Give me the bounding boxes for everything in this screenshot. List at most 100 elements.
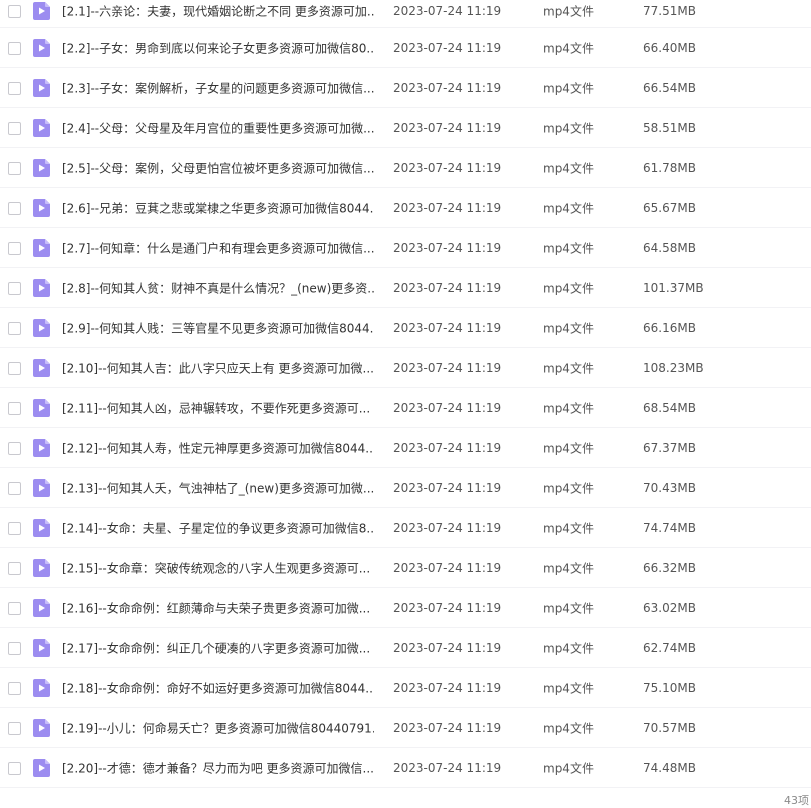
modified-date: 2023-07-24 11:19: [393, 720, 502, 735]
row-checkbox[interactable]: [8, 721, 21, 735]
row-checkbox[interactable]: [8, 321, 21, 335]
file-row[interactable]: [2.4]--父母：父母星及年月宫位的重要性更多资源可加微... 2023-07-…: [0, 108, 811, 148]
row-checkbox[interactable]: [8, 761, 21, 775]
file-name[interactable]: [2.19]--小儿：何命易夭亡？更多资源可加微信80440791...: [62, 719, 374, 736]
file-size: 58.51MB: [643, 120, 696, 135]
file-name[interactable]: [2.7]--何知章：什么是通门户和有理会更多资源可加微信...: [62, 239, 374, 256]
file-row[interactable]: [2.11]--何知其人凶，忌神辗转攻，不要作死更多资源可... 2023-07-…: [0, 388, 811, 428]
file-row[interactable]: [2.8]--何知其人贫：财神不真是什么情况？_(new)更多资... 2023-…: [0, 268, 811, 308]
row-checkbox[interactable]: [8, 241, 21, 255]
file-name[interactable]: [2.8]--何知其人贫：财神不真是什么情况？_(new)更多资...: [62, 279, 374, 296]
file-type: mp4文件: [543, 521, 594, 535]
file-name[interactable]: [2.4]--父母：父母星及年月宫位的重要性更多资源可加微...: [62, 119, 374, 136]
row-checkbox[interactable]: [8, 161, 21, 175]
file-row[interactable]: [2.7]--何知章：什么是通门户和有理会更多资源可加微信... 2023-07-…: [0, 228, 811, 268]
file-row[interactable]: [2.16]--女命命例：红颜薄命与夫荣子贵更多资源可加微... 2023-07-…: [0, 588, 811, 628]
row-checkbox[interactable]: [8, 641, 21, 655]
row-checkbox[interactable]: [8, 201, 21, 215]
modified-date: 2023-07-24 11:19: [393, 360, 502, 375]
file-row[interactable]: [2.14]--女命：夫星、子星定位的争议更多资源可加微信8... 2023-07…: [0, 508, 811, 548]
modified-date: 2023-07-24 11:19: [393, 520, 502, 535]
file-name[interactable]: [2.6]--兄弟：豆萁之悲或棠棣之华更多资源可加微信8044...: [62, 199, 374, 216]
row-checkbox[interactable]: [8, 401, 21, 415]
file-row[interactable]: [2.15]--女命章：突破传统观念的八字人生观更多资源可... 2023-07-…: [0, 548, 811, 588]
file-name[interactable]: [2.1]--六亲论：夫妻，现代婚姻论断之不同 更多资源可加...: [62, 2, 374, 19]
row-checkbox[interactable]: [8, 121, 21, 135]
file-row[interactable]: [2.6]--兄弟：豆萁之悲或棠棣之华更多资源可加微信8044... 2023-0…: [0, 188, 811, 228]
modified-date: 2023-07-24 11:19: [393, 200, 502, 215]
file-type: mp4文件: [543, 721, 594, 735]
file-type: mp4文件: [543, 481, 594, 495]
modified-date: 2023-07-24 11:19: [393, 480, 502, 495]
file-size: 64.58MB: [643, 240, 696, 255]
file-size: 74.74MB: [643, 520, 696, 535]
file-row[interactable]: [2.13]--何知其人夭，气浊神枯了_(new)更多资源可加微... 2023-…: [0, 468, 811, 508]
row-checkbox[interactable]: [8, 361, 21, 375]
file-name[interactable]: [2.10]--何知其人吉：此八字只应天上有 更多资源可加微...: [62, 359, 374, 376]
modified-date: 2023-07-24 11:19: [393, 240, 502, 255]
file-size: 66.32MB: [643, 560, 696, 575]
row-checkbox[interactable]: [8, 4, 21, 18]
file-size: 108.23MB: [643, 360, 704, 375]
row-checkbox[interactable]: [8, 41, 21, 55]
file-row[interactable]: [2.10]--何知其人吉：此八字只应天上有 更多资源可加微... 2023-07…: [0, 348, 811, 388]
file-size: 61.78MB: [643, 160, 696, 175]
modified-date: 2023-07-24 11:19: [393, 160, 502, 175]
file-size: 77.51MB: [643, 3, 696, 18]
file-type: mp4文件: [543, 201, 594, 215]
row-checkbox[interactable]: [8, 561, 21, 575]
file-name[interactable]: [2.3]--子女：案例解析，子女星的问题更多资源可加微信...: [62, 79, 374, 96]
video-file-icon: [33, 518, 50, 537]
video-file-icon: [33, 638, 50, 657]
file-name[interactable]: [2.5]--父母：案例，父母更怕宫位被坏更多资源可加微信...: [62, 159, 374, 176]
file-row[interactable]: [2.19]--小儿：何命易夭亡？更多资源可加微信80440791... 2023…: [0, 708, 811, 748]
file-name[interactable]: [2.2]--子女：男命到底以何来论子女更多资源可加微信80...: [62, 39, 374, 56]
video-file-icon: [33, 398, 50, 417]
file-row[interactable]: [2.2]--子女：男命到底以何来论子女更多资源可加微信80... 2023-07…: [0, 28, 811, 68]
video-file-icon: [33, 438, 50, 457]
file-name[interactable]: [2.18]--女命命例：命好不如运好更多资源可加微信8044...: [62, 679, 374, 696]
row-checkbox[interactable]: [8, 81, 21, 95]
file-name[interactable]: [2.12]--何知其人寿，性定元神厚更多资源可加微信8044...: [62, 439, 374, 456]
file-name[interactable]: [2.20]--才德：德才兼备？尽力而为吧 更多资源可加微信...: [62, 759, 374, 776]
file-type: mp4文件: [543, 401, 594, 415]
video-file-icon: [33, 118, 50, 137]
file-row[interactable]: [2.17]--女命命例：纠正几个硬凑的八字更多资源可加微... 2023-07-…: [0, 628, 811, 668]
file-name[interactable]: [2.16]--女命命例：红颜薄命与夫荣子贵更多资源可加微...: [62, 599, 374, 616]
file-row[interactable]: [2.9]--何知其人贱：三等官星不见更多资源可加微信8044... 2023-0…: [0, 308, 811, 348]
row-checkbox[interactable]: [8, 521, 21, 535]
status-bar: 43项: [0, 789, 811, 808]
file-row[interactable]: [2.1]--六亲论：夫妻，现代婚姻论断之不同 更多资源可加... 2023-07…: [0, 0, 811, 28]
file-row[interactable]: [2.18]--女命命例：命好不如运好更多资源可加微信8044... 2023-0…: [0, 668, 811, 708]
file-name[interactable]: [2.14]--女命：夫星、子星定位的争议更多资源可加微信8...: [62, 519, 374, 536]
file-list: [2.1]--六亲论：夫妻，现代婚姻论断之不同 更多资源可加... 2023-07…: [0, 0, 811, 788]
row-checkbox[interactable]: [8, 481, 21, 495]
file-row[interactable]: [2.12]--何知其人寿，性定元神厚更多资源可加微信8044... 2023-0…: [0, 428, 811, 468]
file-type: mp4文件: [543, 161, 594, 175]
file-type: mp4文件: [543, 761, 594, 775]
file-name[interactable]: [2.17]--女命命例：纠正几个硬凑的八字更多资源可加微...: [62, 639, 374, 656]
file-type: mp4文件: [543, 4, 594, 18]
video-file-icon: [33, 598, 50, 617]
modified-date: 2023-07-24 11:19: [393, 680, 502, 695]
file-name[interactable]: [2.15]--女命章：突破传统观念的八字人生观更多资源可...: [62, 559, 374, 576]
file-size: 63.02MB: [643, 600, 696, 615]
file-type: mp4文件: [543, 321, 594, 335]
file-type: mp4文件: [543, 241, 594, 255]
file-size: 70.43MB: [643, 480, 696, 495]
file-size: 66.16MB: [643, 320, 696, 335]
row-checkbox[interactable]: [8, 441, 21, 455]
row-checkbox[interactable]: [8, 681, 21, 695]
file-name[interactable]: [2.11]--何知其人凶，忌神辗转攻，不要作死更多资源可...: [62, 399, 374, 416]
modified-date: 2023-07-24 11:19: [393, 600, 502, 615]
row-checkbox[interactable]: [8, 601, 21, 615]
file-name[interactable]: [2.13]--何知其人夭，气浊神枯了_(new)更多资源可加微...: [62, 479, 374, 496]
file-row[interactable]: [2.3]--子女：案例解析，子女星的问题更多资源可加微信... 2023-07-…: [0, 68, 811, 108]
file-name[interactable]: [2.9]--何知其人贱：三等官星不见更多资源可加微信8044...: [62, 319, 374, 336]
row-checkbox[interactable]: [8, 281, 21, 295]
video-file-icon: [33, 558, 50, 577]
file-row[interactable]: [2.20]--才德：德才兼备？尽力而为吧 更多资源可加微信... 2023-07…: [0, 748, 811, 788]
file-size: 66.54MB: [643, 80, 696, 95]
file-row[interactable]: [2.5]--父母：案例，父母更怕宫位被坏更多资源可加微信... 2023-07-…: [0, 148, 811, 188]
file-size: 66.40MB: [643, 40, 696, 55]
